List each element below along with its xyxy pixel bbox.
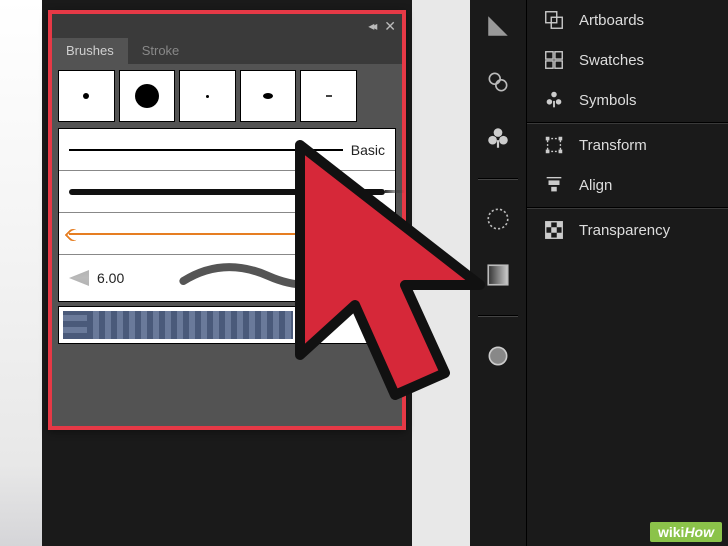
panel-tabs: Brushes Stroke (52, 38, 402, 64)
tab-brushes[interactable]: Brushes (52, 38, 128, 64)
links-icon[interactable] (482, 66, 514, 98)
tool-icon-column (470, 0, 526, 546)
menu-transparency[interactable]: Transparency (527, 210, 728, 250)
color-guide-icon[interactable] (482, 10, 514, 42)
tool-divider (478, 315, 518, 316)
transform-icon (543, 134, 565, 156)
menu-label: Symbols (579, 92, 637, 109)
brush-pattern-border[interactable] (58, 306, 396, 344)
watermark-brand: wiki (658, 524, 684, 540)
panel-header: ◂◂ ✕ (52, 14, 402, 38)
menu-transform[interactable]: Transform (527, 125, 728, 165)
width-value: 6.00 (97, 270, 124, 286)
pattern-preview-icon (63, 311, 293, 339)
menu-swatches[interactable]: Swatches (527, 40, 728, 80)
menu-symbols[interactable]: Symbols (527, 80, 728, 120)
menu-align[interactable]: Align (527, 165, 728, 205)
brush-arrow-ornament[interactable] (59, 213, 395, 255)
menu-artboards[interactable]: Artboards (527, 0, 728, 40)
wikihow-watermark: wikiHow (650, 522, 722, 542)
menu-label: Transparency (579, 222, 670, 239)
horn-icon (69, 270, 89, 286)
swatches-icon (543, 49, 565, 71)
menu-label: Artboards (579, 12, 644, 29)
swatch-spacer (361, 70, 396, 122)
symbols-icon (543, 89, 565, 111)
menu-column: Artboards Swatches Symbols Transform Ali… (526, 0, 728, 546)
dock-gap (412, 0, 470, 546)
line-icon (69, 149, 343, 151)
brush-swatch-oval[interactable] (240, 70, 297, 122)
watermark-suffix: How (684, 524, 714, 540)
brush-swatch-row (58, 70, 396, 122)
tab-stroke[interactable]: Stroke (128, 38, 194, 64)
brush-basic-label: Basic (351, 142, 385, 158)
brush-swatch-flat[interactable] (300, 70, 357, 122)
menu-label: Swatches (579, 52, 644, 69)
symbols-club-icon[interactable] (482, 122, 514, 154)
right-dock: Artboards Swatches Symbols Transform Ali… (470, 0, 728, 546)
wave-preview (152, 261, 385, 296)
artboards-icon (543, 9, 565, 31)
stroke-dashed-icon[interactable] (482, 203, 514, 235)
menu-divider (527, 122, 728, 123)
menu-divider (527, 207, 728, 208)
arrow-line-icon (69, 233, 385, 235)
brushes-panel: ◂◂ ✕ Brushes Stroke Basic 6.00 (48, 10, 406, 430)
brush-width-profile[interactable]: 6.00 (59, 255, 395, 301)
canvas-edge (0, 0, 42, 546)
brush-swatch-large-round[interactable] (119, 70, 176, 122)
brush-swatch-small-round[interactable] (58, 70, 115, 122)
collapse-icon[interactable]: ◂◂ (368, 19, 374, 33)
menu-label: Align (579, 177, 612, 194)
brush-charcoal[interactable] (59, 171, 395, 213)
menu-label: Transform (579, 137, 647, 154)
brush-basic[interactable]: Basic (59, 129, 395, 171)
tool-divider (478, 178, 518, 179)
brush-list: Basic 6.00 (58, 128, 396, 302)
transparency-icon (543, 219, 565, 241)
close-icon[interactable]: ✕ (384, 18, 396, 35)
charcoal-icon (69, 189, 385, 195)
align-icon (543, 174, 565, 196)
gradient-icon[interactable] (482, 259, 514, 291)
appearance-icon[interactable] (482, 340, 514, 372)
brush-swatch-tiny-round[interactable] (179, 70, 236, 122)
